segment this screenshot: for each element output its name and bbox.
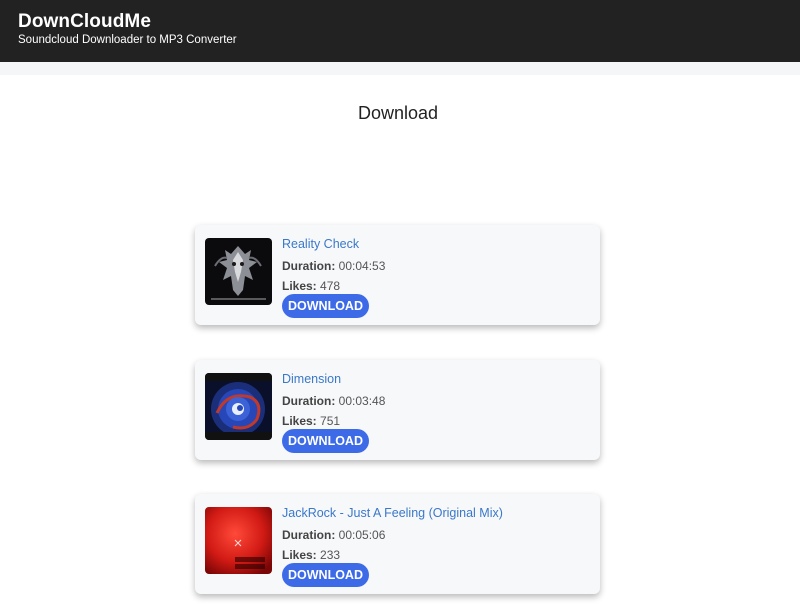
duration-label: Duration: [282, 394, 336, 408]
duration-value: 00:05:06 [338, 528, 386, 542]
track-likes: Likes: 478 [282, 279, 340, 293]
track-title-link[interactable]: Reality Check [282, 237, 359, 251]
track-duration: Duration: 00:04:53 [282, 259, 385, 273]
track-card: Dimension Duration: 00:03:48 Likes: 751 … [195, 360, 600, 460]
likes-value: 478 [320, 279, 341, 293]
track-list: Reality Check Duration: 00:04:53 Likes: … [0, 0, 800, 608]
likes-value: 233 [320, 548, 341, 562]
track-card: JackRock - Just A Feeling (Original Mix)… [195, 494, 600, 594]
dark-metallic-skull-artwork-icon [205, 238, 272, 305]
likes-label: Likes: [282, 279, 317, 293]
track-title-link[interactable]: JackRock - Just A Feeling (Original Mix) [282, 506, 503, 520]
likes-label: Likes: [282, 414, 317, 428]
track-card: Reality Check Duration: 00:04:53 Likes: … [195, 225, 600, 325]
track-likes: Likes: 751 [282, 414, 340, 428]
track-likes: Likes: 233 [282, 548, 340, 562]
track-artwork[interactable] [205, 373, 272, 440]
likes-label: Likes: [282, 548, 317, 562]
download-button[interactable]: DOWNLOAD [282, 429, 369, 453]
track-duration: Duration: 00:03:48 [282, 394, 385, 408]
duration-value: 00:03:48 [338, 394, 386, 408]
red-jackrock-artwork-icon [205, 507, 272, 574]
track-duration: Duration: 00:05:06 [282, 528, 385, 542]
track-artwork[interactable] [205, 507, 272, 574]
likes-value: 751 [320, 414, 341, 428]
duration-value: 00:04:53 [338, 259, 386, 273]
download-button[interactable]: DOWNLOAD [282, 294, 369, 318]
download-button[interactable]: DOWNLOAD [282, 563, 369, 587]
track-title-link[interactable]: Dimension [282, 372, 341, 386]
track-artwork[interactable] [205, 238, 272, 305]
duration-label: Duration: [282, 528, 336, 542]
duration-label: Duration: [282, 259, 336, 273]
blue-vortex-artwork-icon [205, 373, 272, 440]
